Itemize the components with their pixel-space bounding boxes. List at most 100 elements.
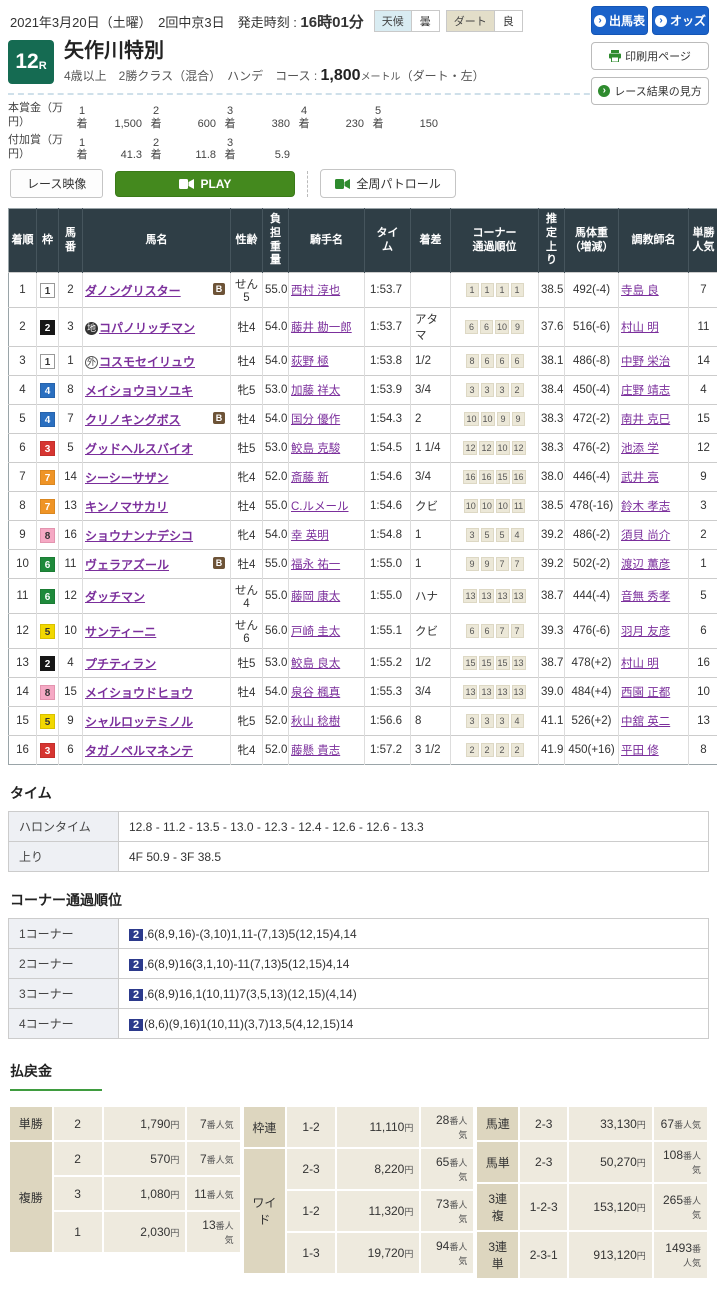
carried-weight: 54.0	[263, 405, 289, 434]
horse-name-link[interactable]: グッドヘルスバイオ	[85, 442, 193, 456]
frame-number-cell: 4	[37, 376, 59, 405]
trainer-link[interactable]: 中舘 英二	[621, 716, 670, 728]
horse-name-link[interactable]: コパノリッチマン	[99, 321, 195, 335]
prize-rank: 5着	[370, 105, 386, 129]
trainer-link[interactable]: 羽月 友彦	[621, 626, 670, 638]
results-column-header: 性齢	[231, 209, 263, 273]
corner-position: 3	[496, 383, 509, 397]
corner-position: 2	[466, 743, 479, 757]
leader-horse-number: 2	[129, 1019, 143, 1031]
payout-combination: 1-2	[287, 1107, 335, 1147]
jockey-link[interactable]: 斎藤 新	[291, 472, 329, 484]
corner-position: 6	[480, 320, 493, 334]
horse-name-link[interactable]: シーシーサザン	[85, 471, 169, 485]
frame-number-cell: 6	[37, 579, 59, 614]
jockey-link[interactable]: 荻野 極	[291, 356, 329, 368]
jockey-link[interactable]: 藤井 勘一郎	[291, 322, 352, 334]
body-weight: 450(-4)	[565, 376, 619, 405]
payout-popularity: 65番人気	[421, 1149, 473, 1189]
frame-number: 5	[40, 714, 55, 729]
jockey-cell: 荻野 極	[289, 347, 365, 376]
trainer-cell: 羽月 友彦	[619, 614, 689, 649]
jockey-link[interactable]: 藤岡 康太	[291, 591, 340, 603]
sex-age: 牝4	[231, 463, 263, 492]
horse-number: 11	[59, 550, 83, 579]
prize-value: 11.8	[164, 149, 222, 161]
jockey-link[interactable]: 泉谷 楓真	[291, 687, 340, 699]
horse-name-link[interactable]: ショウナンナデシコ	[85, 529, 193, 543]
trainer-link[interactable]: 須貝 尚介	[621, 530, 670, 542]
trainer-link[interactable]: 南井 克巳	[621, 414, 670, 426]
horse-name-link[interactable]: シャルロッテミノル	[85, 715, 193, 729]
jockey-link[interactable]: 鮫島 克駿	[291, 443, 340, 455]
result-row: 5 4 7 クリノキングボスB 牡4 54.0 国分 優作 1:54.3 2 1…	[9, 405, 717, 434]
estimated-agari: 41.9	[539, 736, 565, 765]
horse-name-link[interactable]: ヴェラアズール	[85, 558, 169, 572]
margin: クビ	[411, 614, 451, 649]
payout-amount: 913,120円	[569, 1232, 651, 1278]
horse-name-link[interactable]: メイショウドヒョウ	[85, 686, 193, 700]
margin: 3/4	[411, 463, 451, 492]
horse-name-link[interactable]: タガノペルマネンテ	[85, 744, 193, 758]
trainer-link[interactable]: 西園 正都	[621, 687, 670, 699]
trainer-link[interactable]: 鈴木 孝志	[621, 501, 670, 513]
corner-position: 10	[496, 441, 510, 455]
entry-table-button[interactable]: › 出馬表	[591, 6, 648, 35]
trainer-link[interactable]: 平田 修	[621, 745, 659, 757]
margin: アタマ	[411, 308, 451, 347]
jockey-link[interactable]: 幸 英明	[291, 530, 329, 542]
horse-mark: 外	[85, 356, 98, 369]
patrol-video-button[interactable]: 全周パトロール	[320, 169, 455, 198]
result-guide-button[interactable]: › レース結果の見方	[591, 77, 709, 105]
horse-name-link[interactable]: コスモセイリュウ	[99, 355, 195, 369]
horse-name-link[interactable]: クリノキングボス	[85, 413, 181, 427]
jockey-link[interactable]: 国分 優作	[291, 414, 340, 426]
margin: 8	[411, 707, 451, 736]
trainer-link[interactable]: 池添 学	[621, 443, 659, 455]
jockey-link[interactable]: 福永 祐一	[291, 559, 340, 571]
estimated-agari: 41.1	[539, 707, 565, 736]
result-row: 13 2 4 プチティラン 牡5 53.0 鮫島 良太 1:55.2 1/2 1…	[9, 649, 717, 678]
trainer-link[interactable]: 渡辺 薫彦	[621, 559, 670, 571]
jockey-link[interactable]: C.ルメール	[291, 501, 349, 513]
jockey-cell: 戸崎 圭太	[289, 614, 365, 649]
trainer-link[interactable]: 寺島 良	[621, 285, 659, 297]
prize-item: 3着 5.9	[222, 137, 296, 161]
frame-number-cell: 2	[37, 308, 59, 347]
race-conditions: 4歳以上 2勝クラス（混合） ハンデ コース : 1,800メートル（ダート・左…	[64, 67, 485, 85]
horse-name-link[interactable]: サンティーニ	[85, 625, 156, 639]
frame-number-cell: 8	[37, 521, 59, 550]
leader-horse-number: 2	[129, 989, 143, 1001]
body-weight: 516(-6)	[565, 308, 619, 347]
jockey-link[interactable]: 西村 淳也	[291, 285, 340, 297]
carried-weight: 53.0	[263, 649, 289, 678]
corner-position: 1	[466, 283, 479, 297]
trainer-link[interactable]: 庄野 靖志	[621, 385, 670, 397]
horse-name-link[interactable]: キンノマサカリ	[85, 500, 168, 514]
horse-number: 5	[59, 434, 83, 463]
odds-button[interactable]: › オッズ	[652, 6, 709, 35]
horse-name-link[interactable]: ダッチマン	[85, 590, 145, 604]
jockey-link[interactable]: 秋山 稔樹	[291, 716, 340, 728]
trainer-link[interactable]: 武井 亮	[621, 472, 659, 484]
jockey-link[interactable]: 戸崎 圭太	[291, 626, 340, 638]
play-button[interactable]: PLAY	[115, 171, 295, 197]
trainer-cell: 村山 明	[619, 649, 689, 678]
print-page-button[interactable]: 印刷用ページ	[591, 42, 709, 70]
trainer-link[interactable]: 中野 栄治	[621, 356, 670, 368]
trainer-link[interactable]: 村山 明	[621, 322, 659, 334]
trainer-link[interactable]: 音無 秀孝	[621, 591, 670, 603]
payout-amount: 11,320円	[337, 1191, 419, 1231]
prize-rank: 4着	[296, 105, 312, 129]
horse-name-link[interactable]: ダノングリスター	[85, 284, 181, 298]
sex-age: 牡4	[231, 347, 263, 376]
horse-name-link[interactable]: プチティラン	[85, 657, 156, 671]
horse-name-link[interactable]: メイショウヨソユキ	[85, 384, 193, 398]
jockey-link[interactable]: 加藤 祥太	[291, 385, 340, 397]
jockey-link[interactable]: 藤懸 貴志	[291, 745, 340, 757]
jockey-link[interactable]: 鮫島 良太	[291, 658, 340, 670]
sex-age: 牝5	[231, 707, 263, 736]
trainer-link[interactable]: 村山 明	[621, 658, 659, 670]
corner-position: 13	[512, 589, 526, 603]
payout-popularity: 108番人気	[654, 1142, 707, 1182]
